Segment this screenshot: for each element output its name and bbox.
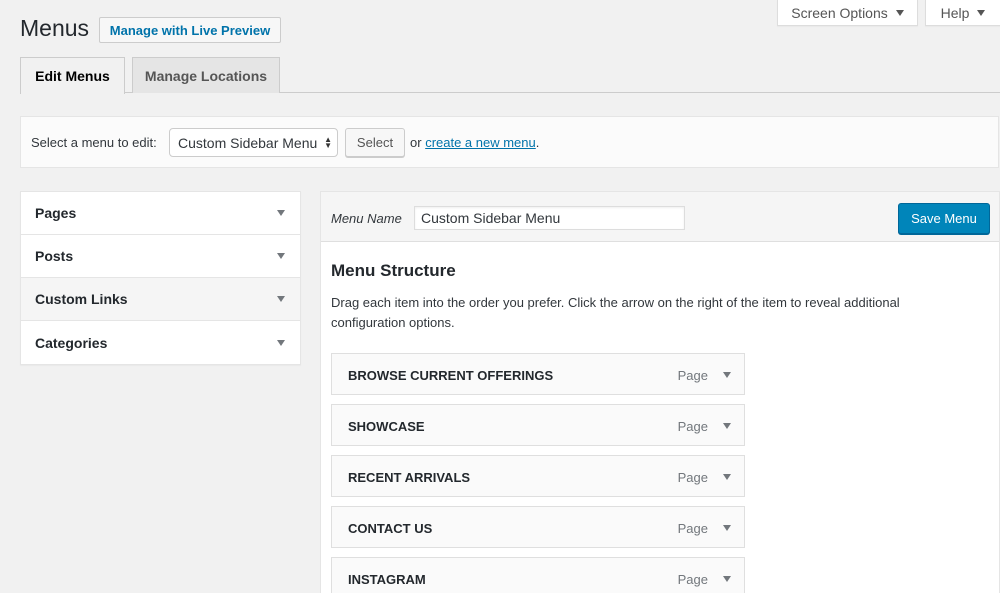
menu-select-value: Custom Sidebar Menu <box>178 134 318 151</box>
accordion-item-custom-links[interactable]: Custom Links <box>21 278 300 321</box>
menu-item-title: INSTAGRAM <box>348 572 426 587</box>
expand-arrow-icon[interactable] <box>723 576 731 582</box>
menu-item-type: Page <box>677 470 708 485</box>
accordion-item-posts[interactable]: Posts <box>21 235 300 278</box>
accordion-item-categories[interactable]: Categories <box>21 321 300 364</box>
menu-name-input[interactable] <box>414 206 685 230</box>
menu-item-type: Page <box>677 572 708 587</box>
caret-down-icon <box>977 10 986 16</box>
menu-editor-panel: Menu Name Save Menu Menu Structure Drag … <box>320 191 1000 593</box>
menu-item-title: RECENT ARRIVALS <box>348 470 471 485</box>
accordion-label: Custom Links <box>35 291 128 307</box>
menu-item-type: Page <box>677 368 708 383</box>
create-new-menu-link[interactable]: create a new menu <box>425 135 536 150</box>
save-menu-button[interactable]: Save Menu <box>898 203 990 234</box>
accordion-label: Pages <box>35 205 77 221</box>
caret-down-icon <box>277 210 285 216</box>
menu-name-label: Menu Name <box>331 211 402 226</box>
select-menu-bar: Select a menu to edit: Custom Sidebar Me… <box>20 116 999 168</box>
manage-live-preview-button[interactable]: Manage with Live Preview <box>99 17 281 43</box>
menu-editor-header: Menu Name Save Menu <box>321 192 999 242</box>
add-menu-items-accordion: Pages Posts Custom Links Categories <box>20 191 301 365</box>
menu-item-type: Page <box>677 419 708 434</box>
help-label: Help <box>940 4 970 21</box>
create-menu-text: or create a new menu. <box>410 135 539 150</box>
select-menu-label: Select a menu to edit: <box>31 135 157 150</box>
menu-item[interactable]: CONTACT US Page <box>331 506 745 548</box>
menu-item[interactable]: RECENT ARRIVALS Page <box>331 455 745 497</box>
menu-items-list: BROWSE CURRENT OFFERINGS Page SHOWCASE P… <box>331 353 745 593</box>
menu-item[interactable]: BROWSE CURRENT OFFERINGS Page <box>331 353 745 395</box>
menu-structure-description: Drag each item into the order you prefer… <box>331 295 900 330</box>
expand-arrow-icon[interactable] <box>723 423 731 429</box>
caret-down-icon <box>895 10 904 16</box>
help-toggle[interactable]: Help <box>925 0 1000 26</box>
menu-item[interactable]: INSTAGRAM Page <box>331 557 745 593</box>
or-text: or <box>410 135 422 150</box>
accordion-item-pages[interactable]: Pages <box>21 192 300 235</box>
menu-item-type: Page <box>677 521 708 536</box>
screen-options-toggle[interactable]: Screen Options <box>777 0 918 26</box>
caret-down-icon <box>277 253 285 259</box>
menu-item-title: CONTACT US <box>348 521 433 536</box>
updown-arrows-icon: ▲ ▼ <box>324 135 332 150</box>
caret-down-icon <box>277 296 285 302</box>
screen-options-label: Screen Options <box>791 4 888 21</box>
expand-arrow-icon[interactable] <box>723 525 731 531</box>
page-title: Menus <box>20 15 90 41</box>
menu-structure-title: Menu Structure <box>331 261 456 280</box>
menu-select-dropdown[interactable]: Custom Sidebar Menu ▲ ▼ <box>169 128 338 157</box>
caret-down-icon <box>277 339 285 346</box>
menu-item-title: BROWSE CURRENT OFFERINGS <box>348 368 554 383</box>
period-text: . <box>535 135 540 150</box>
accordion-label: Categories <box>35 334 108 351</box>
tab-edit-menus[interactable]: Edit Menus <box>20 57 125 94</box>
expand-arrow-icon[interactable] <box>723 474 731 480</box>
menu-item[interactable]: SHOWCASE Page <box>331 404 745 446</box>
select-button[interactable]: Select <box>345 128 405 157</box>
accordion-label: Posts <box>35 248 74 264</box>
expand-arrow-icon[interactable] <box>723 372 731 378</box>
tab-manage-locations[interactable]: Manage Locations <box>132 57 280 93</box>
menu-item-title: SHOWCASE <box>348 419 425 434</box>
